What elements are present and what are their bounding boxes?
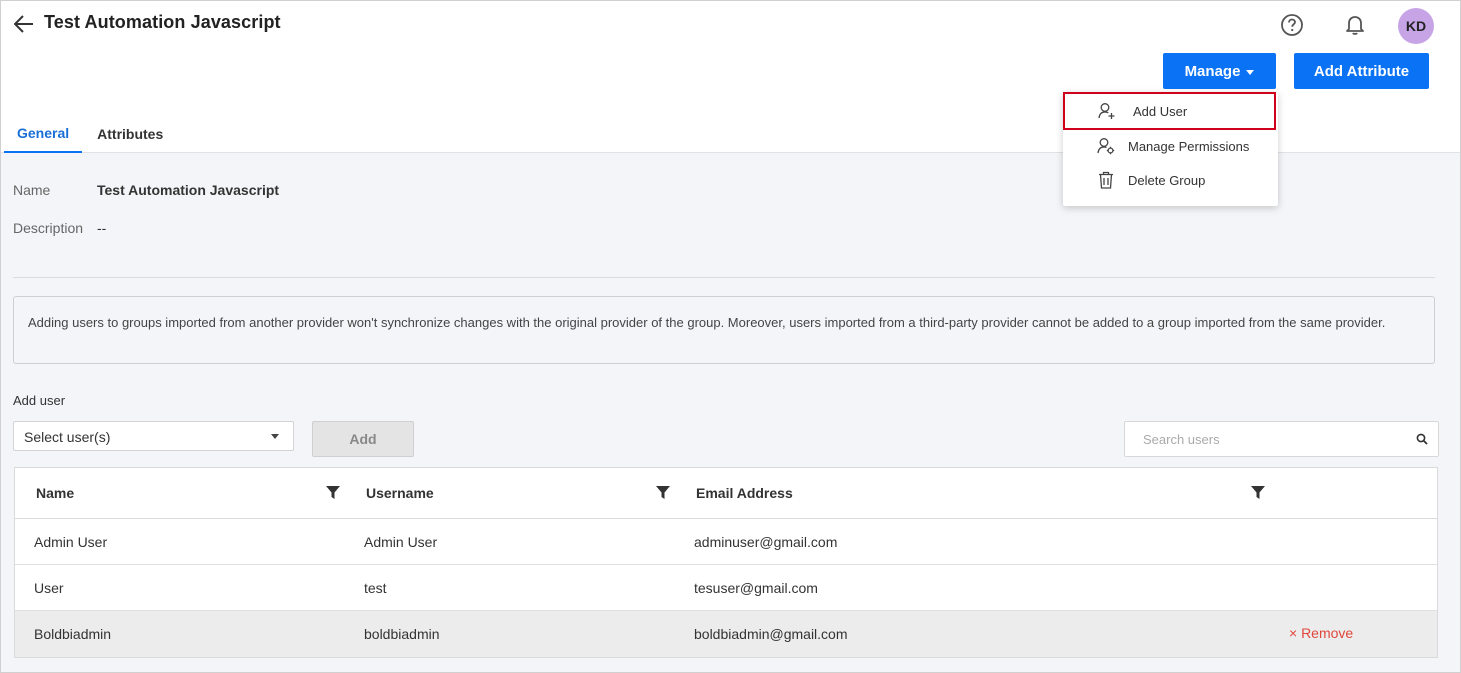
- search-box: [1124, 421, 1439, 457]
- column-header-name[interactable]: Name: [36, 485, 74, 501]
- filter-icon[interactable]: [326, 486, 340, 500]
- users-table: Name Username Email Address Admin User A…: [14, 467, 1438, 658]
- menu-item-label: Add User: [1133, 103, 1188, 119]
- user-avatar[interactable]: KD: [1398, 8, 1434, 44]
- menu-item-manage-permissions[interactable]: Manage Permissions: [1063, 129, 1278, 163]
- remove-user-button[interactable]: × Remove: [1289, 625, 1353, 641]
- cell-username: boldbiadmin: [364, 626, 440, 642]
- cell-email: adminuser@gmail.com: [694, 534, 838, 550]
- menu-item-add-user[interactable]: Add User: [1063, 92, 1276, 130]
- cell-name: User: [34, 580, 64, 596]
- cell-email: boldbiadmin@gmail.com: [694, 626, 848, 642]
- group-name-value: Test Automation Javascript: [97, 182, 280, 198]
- manage-button-label: Manage: [1184, 62, 1241, 80]
- general-content: Name Test Automation Javascript Descript…: [1, 153, 1460, 672]
- column-header-email[interactable]: Email Address: [696, 485, 793, 501]
- select-users-dropdown[interactable]: Select user(s): [13, 421, 294, 451]
- cell-username: Admin User: [364, 534, 438, 550]
- trash-icon: [1099, 171, 1113, 189]
- filter-icon[interactable]: [1251, 486, 1265, 500]
- add-user-icon: [1098, 103, 1115, 119]
- manage-button[interactable]: Manage: [1163, 53, 1276, 89]
- description-value: --: [97, 220, 107, 236]
- page-title: Test Automation Javascript: [44, 12, 281, 32]
- menu-item-label: Manage Permissions: [1128, 138, 1250, 154]
- tab-attributes[interactable]: Attributes: [82, 114, 176, 154]
- menu-item-delete-group[interactable]: Delete Group: [1063, 163, 1278, 197]
- cell-name: Boldbiadmin: [34, 626, 112, 642]
- add-user-label: Add user: [13, 393, 66, 408]
- notification-bell-icon[interactable]: [1342, 11, 1368, 37]
- add-button[interactable]: Add: [312, 421, 414, 457]
- filter-icon[interactable]: [656, 486, 670, 500]
- description-label: Description: [13, 220, 84, 236]
- column-header-username[interactable]: Username: [366, 485, 434, 501]
- info-notice: Adding users to groups imported from ano…: [13, 296, 1435, 364]
- app-window: Test Automation Javascript KD Manage Add…: [0, 0, 1461, 673]
- search-users-input[interactable]: [1143, 422, 1413, 456]
- tab-general[interactable]: General: [4, 114, 83, 154]
- section-divider: [13, 277, 1435, 278]
- add-attribute-button[interactable]: Add Attribute: [1294, 53, 1429, 89]
- table-row[interactable]: Boldbiadmin boldbiadmin boldbiadmin@gmai…: [15, 611, 1437, 657]
- user-settings-icon: [1097, 138, 1115, 155]
- table-header: Name Username Email Address: [15, 468, 1437, 519]
- cell-name: Admin User: [34, 534, 108, 550]
- name-label: Name: [13, 182, 51, 198]
- caret-down-icon: [271, 434, 279, 439]
- cell-username: test: [364, 580, 387, 596]
- search-icon[interactable]: [1416, 433, 1428, 445]
- cell-email: tesuser@gmail.com: [694, 580, 818, 596]
- manage-dropdown-menu: Add User Manage Permissions Delete Group: [1063, 92, 1278, 206]
- back-arrow-icon[interactable]: [11, 11, 37, 37]
- tab-bar: General Attributes: [4, 114, 176, 154]
- help-icon[interactable]: [1279, 12, 1305, 38]
- table-row[interactable]: User test tesuser@gmail.com: [15, 565, 1437, 611]
- select-users-placeholder: Select user(s): [24, 429, 111, 445]
- menu-item-label: Delete Group: [1128, 172, 1206, 188]
- table-row[interactable]: Admin User Admin User adminuser@gmail.co…: [15, 519, 1437, 565]
- caret-down-icon: [1246, 69, 1255, 75]
